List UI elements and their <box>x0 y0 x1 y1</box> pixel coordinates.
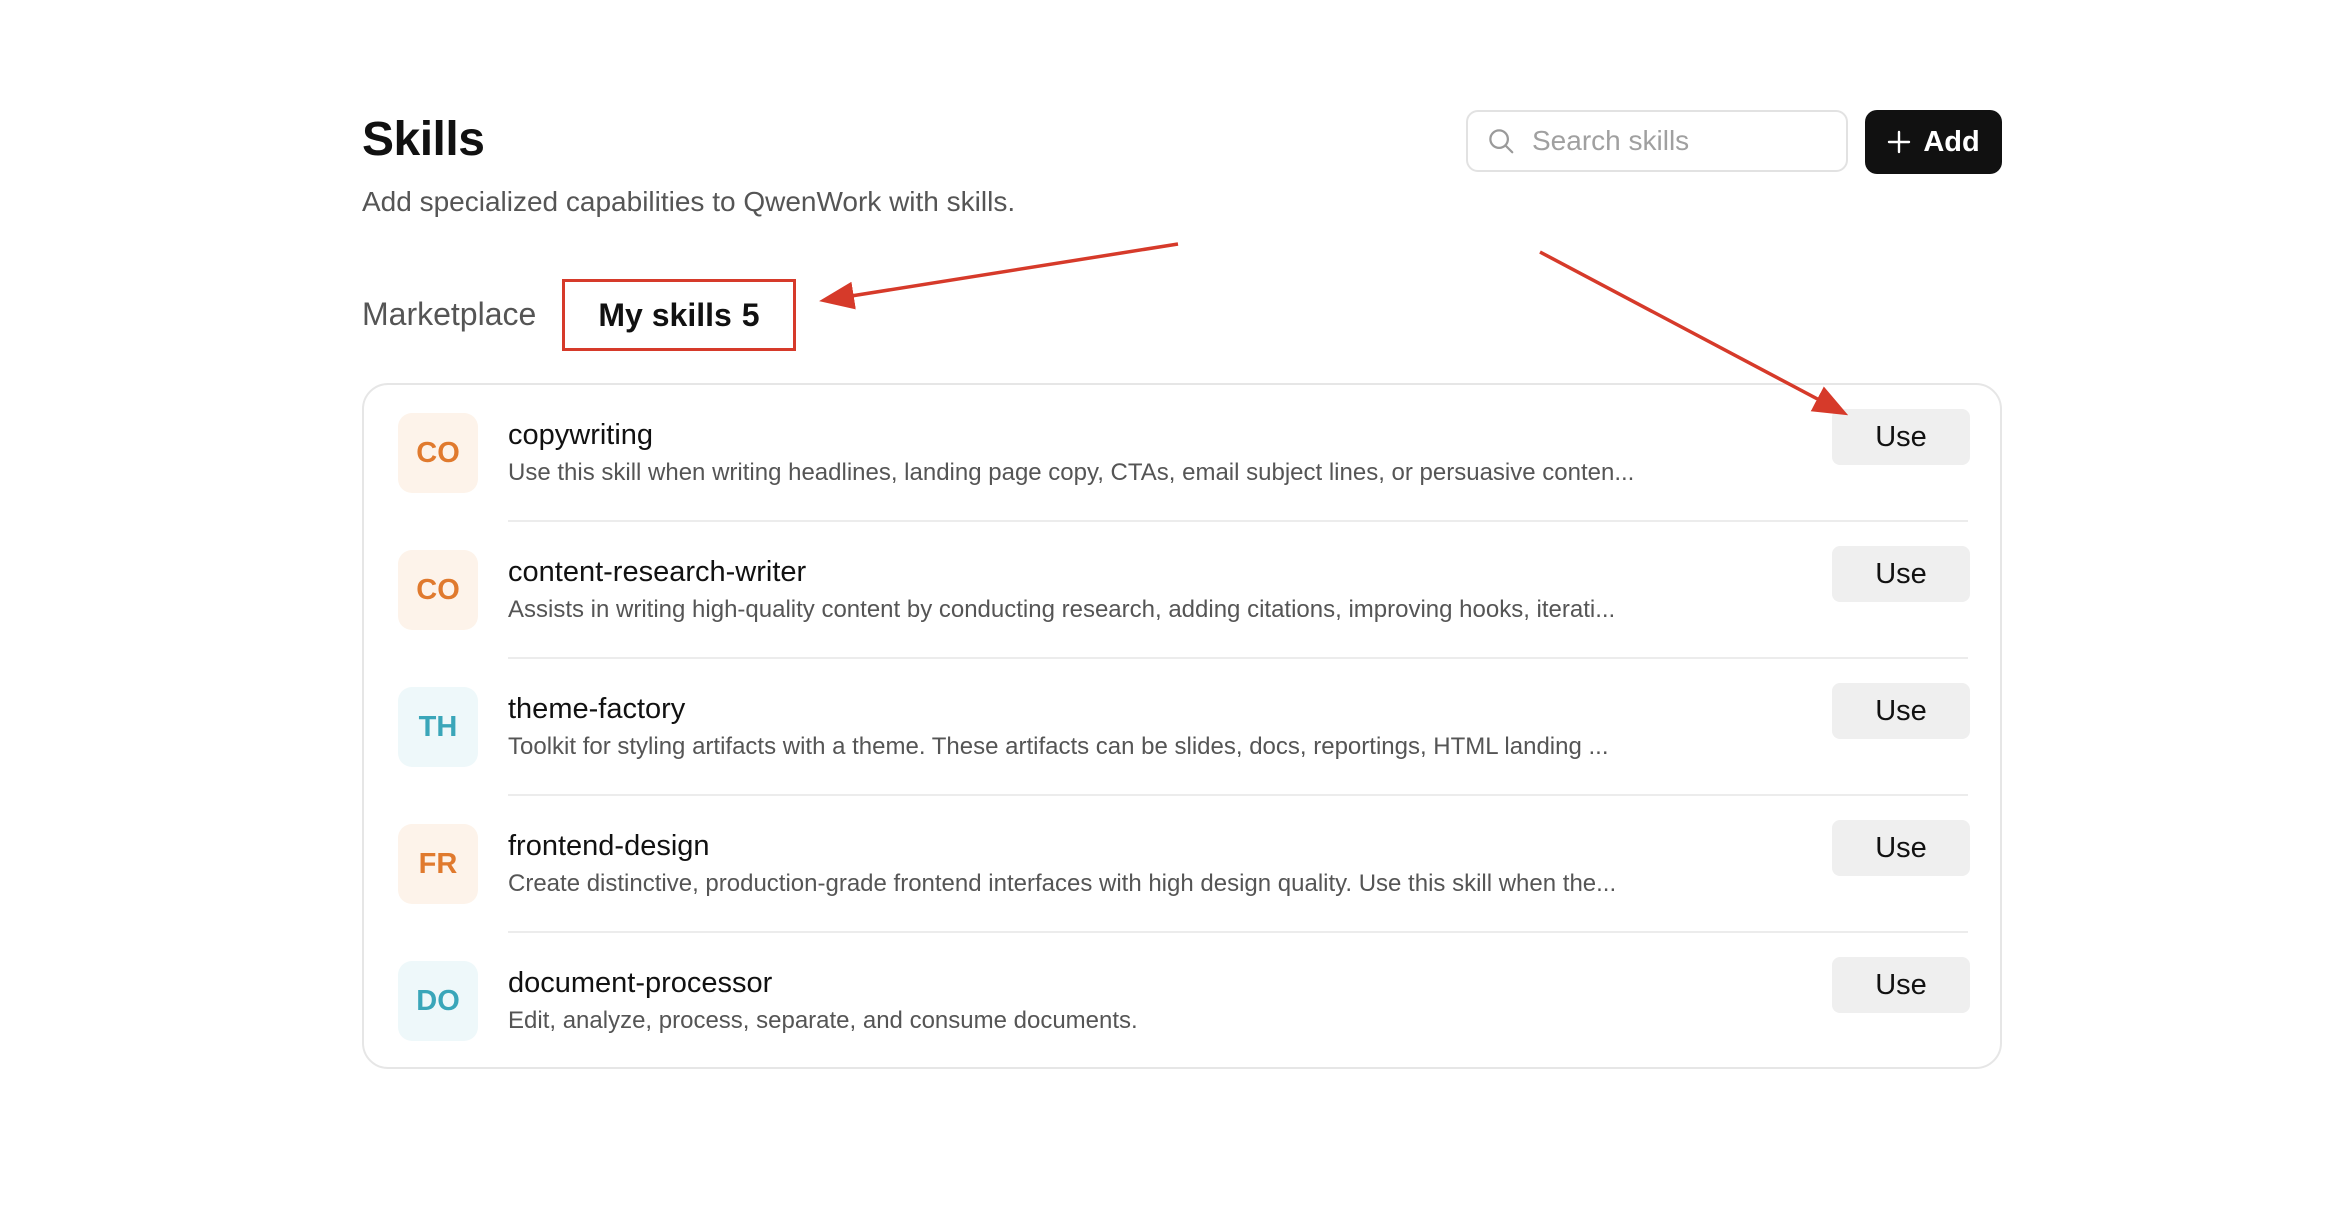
search-icon <box>1489 129 1514 154</box>
skill-name: theme-factory <box>508 693 686 725</box>
skill-name: copywriting <box>508 419 654 451</box>
skill-row: FR frontend-design Create distinctive, p… <box>364 796 2000 933</box>
page-subtitle: Add specialized capabilities to QwenWork… <box>362 186 1016 217</box>
use-button-document-processor[interactable]: Use <box>1832 957 1970 1013</box>
use-button-theme-factory[interactable]: Use <box>1832 683 1970 739</box>
skill-row: TH theme-factory Toolkit for styling art… <box>364 659 2000 796</box>
search-input[interactable] <box>1530 124 1834 158</box>
use-button-content-research-writer[interactable]: Use <box>1832 546 1970 602</box>
skill-avatar: DO <box>398 961 478 1041</box>
annotation-arrow-to-tab <box>819 242 1179 310</box>
skill-description: Use this skill when writing headlines, l… <box>508 459 1635 486</box>
skill-row: CO content-research-writer Assists in wr… <box>364 522 2000 659</box>
plus-icon <box>1888 130 1911 154</box>
use-button-copywriting[interactable]: Use <box>1832 409 1970 465</box>
skill-description: Edit, analyze, process, separate, and co… <box>508 1007 1138 1034</box>
skills-list: CO copywriting Use this skill when writi… <box>362 383 2002 1069</box>
skill-name: content-research-writer <box>508 556 807 588</box>
skill-description: Create distinctive, production-grade fro… <box>508 870 1617 897</box>
skill-name: frontend-design <box>508 830 710 862</box>
skill-avatar: CO <box>398 550 478 630</box>
tab-my-skills[interactable]: My skills 5 <box>562 279 796 351</box>
add-button-label: Add <box>1923 125 1980 158</box>
skill-avatar: CO <box>398 413 478 493</box>
add-button[interactable]: Add <box>1865 110 2002 174</box>
skill-row: DO document-processor Edit, analyze, pro… <box>364 933 2000 1070</box>
tab-my-skills-count: 5 <box>741 296 760 333</box>
search-box[interactable] <box>1466 110 1848 172</box>
skill-row: CO copywriting Use this skill when writi… <box>364 385 2000 522</box>
use-button-frontend-design[interactable]: Use <box>1832 820 1970 876</box>
skill-avatar: TH <box>398 687 478 767</box>
skill-name: document-processor <box>508 967 773 999</box>
skill-description: Assists in writing high-quality content … <box>508 596 1616 623</box>
tab-marketplace[interactable]: Marketplace <box>362 296 536 333</box>
page-title: Skills <box>362 113 485 166</box>
skill-description: Toolkit for styling artifacts with a the… <box>508 733 1609 760</box>
skill-avatar: FR <box>398 824 478 904</box>
tab-my-skills-label: My skills <box>598 296 732 333</box>
